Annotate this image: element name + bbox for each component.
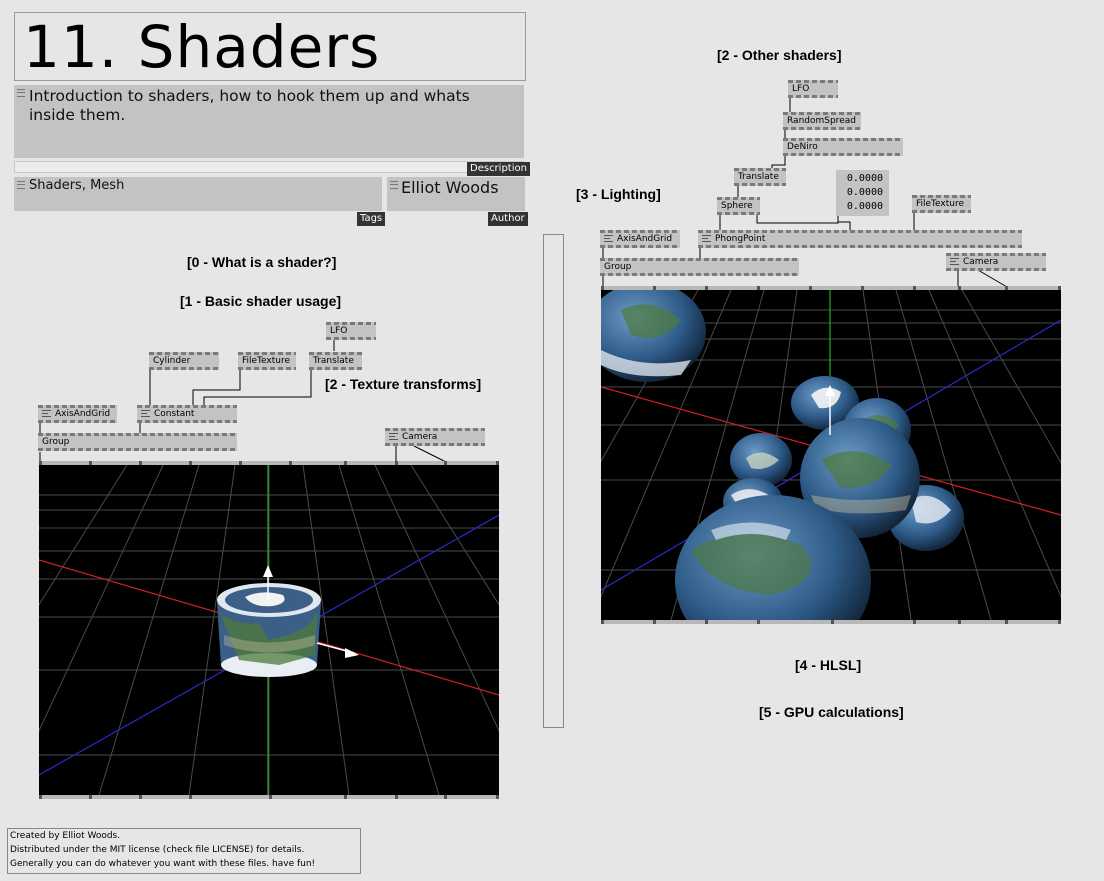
- renderer-bottom-pins: [39, 795, 499, 799]
- axisandgrid-node[interactable]: AxisAndGrid: [600, 230, 680, 248]
- module-icon: [604, 235, 613, 242]
- tags-iobox[interactable]: Shaders, Mesh: [14, 177, 382, 211]
- module-icon: [702, 235, 711, 242]
- iobox-icon: [17, 181, 25, 189]
- node-label: Translate: [738, 172, 779, 182]
- node-label: AxisAndGrid: [617, 234, 673, 244]
- module-icon: [42, 410, 51, 417]
- node-label: DeNiro: [787, 142, 818, 152]
- node-label: Cylinder: [153, 356, 191, 366]
- iobox-icon: [17, 89, 25, 97]
- description-tag: Description: [467, 162, 530, 176]
- page-title: 11. Shaders: [23, 13, 381, 81]
- section-3-label: [3 - Lighting]: [576, 186, 661, 202]
- renderer-right-scene: [601, 290, 1061, 620]
- translate-node[interactable]: Translate: [309, 352, 362, 370]
- node-label: Group: [42, 437, 70, 447]
- node-label: FileTexture: [916, 199, 965, 209]
- node-label: RandomSpread: [787, 116, 856, 126]
- node-label: AxisAndGrid: [55, 409, 111, 419]
- constant-node[interactable]: Constant: [137, 405, 237, 423]
- node-label: Constant: [154, 409, 195, 419]
- lfo-node[interactable]: LFO: [326, 322, 376, 340]
- camera-node[interactable]: Camera: [946, 253, 1046, 271]
- sphere-node[interactable]: Sphere: [717, 197, 760, 215]
- value-1: 0.0000: [846, 187, 883, 198]
- node-label: Sphere: [721, 201, 753, 211]
- value-2: 0.0000: [846, 201, 883, 212]
- tags-text: Shaders, Mesh: [29, 178, 125, 193]
- license-iobox[interactable]: Created by Elliot Woods. Distributed und…: [7, 828, 361, 874]
- renderer-bottom-pins: [601, 620, 1061, 624]
- node-label: Group: [604, 262, 632, 272]
- author-text: Elliot Woods: [401, 178, 499, 197]
- value-0: 0.0000: [846, 173, 883, 184]
- module-icon: [950, 258, 959, 265]
- module-icon: [389, 433, 398, 440]
- node-label: Camera: [402, 432, 438, 442]
- node-label: Camera: [963, 257, 999, 267]
- description-iobox[interactable]: Introduction to shaders, how to hook the…: [14, 85, 524, 158]
- section-2-other-label: [2 - Other shaders]: [717, 47, 842, 63]
- node-label: Translate: [313, 356, 354, 366]
- cylinder-node[interactable]: Cylinder: [149, 352, 219, 370]
- license-line: Generally you can do whatever you want w…: [10, 859, 316, 869]
- section-5-label: [5 - GPU calculations]: [759, 704, 904, 720]
- axisandgrid-node[interactable]: AxisAndGrid: [38, 405, 117, 423]
- translate-node[interactable]: Translate: [734, 168, 786, 186]
- phongpoint-node[interactable]: PhongPoint: [698, 230, 1022, 248]
- author-iobox[interactable]: Elliot Woods: [387, 177, 525, 211]
- description-text: Introduction to shaders, how to hook the…: [29, 87, 470, 124]
- renderer-left[interactable]: [39, 465, 499, 795]
- title-box: 11. Shaders: [14, 12, 526, 81]
- filetexture-node[interactable]: FileTexture: [912, 195, 971, 213]
- filetexture-node[interactable]: FileTexture: [238, 352, 296, 370]
- node-label: LFO: [792, 84, 810, 94]
- description-pin-strip: [14, 161, 524, 173]
- group-node[interactable]: Group: [38, 433, 237, 451]
- value-spread-iobox[interactable]: 0.0000 0.0000 0.0000: [836, 170, 889, 216]
- section-2-texture-label: [2 - Texture transforms]: [325, 376, 482, 392]
- camera-node[interactable]: Camera: [385, 428, 485, 446]
- author-tag: Author: [488, 212, 528, 226]
- section-4-label: [4 - HLSL]: [795, 657, 862, 673]
- iobox-icon: [390, 181, 398, 189]
- tags-tag: Tags: [357, 212, 386, 226]
- randomspread-node[interactable]: RandomSpread: [783, 112, 861, 130]
- license-line: Created by Elliot Woods.: [10, 831, 121, 841]
- module-icon: [141, 410, 150, 417]
- license-line: Distributed under the MIT license (check…: [10, 845, 305, 855]
- group-node[interactable]: Group: [600, 258, 799, 276]
- deniro-node[interactable]: DeNiro: [783, 138, 903, 156]
- node-label: PhongPoint: [715, 234, 766, 244]
- lfo-node[interactable]: LFO: [788, 80, 838, 98]
- section-0-label: [0 - What is a shader?]: [187, 254, 337, 270]
- section-1-label: [1 - Basic shader usage]: [180, 293, 342, 309]
- node-label: LFO: [330, 326, 348, 336]
- vertical-scrollbar[interactable]: [543, 234, 564, 728]
- renderer-left-scene: [39, 465, 499, 795]
- renderer-right[interactable]: [601, 290, 1061, 620]
- node-label: FileTexture: [242, 356, 291, 366]
